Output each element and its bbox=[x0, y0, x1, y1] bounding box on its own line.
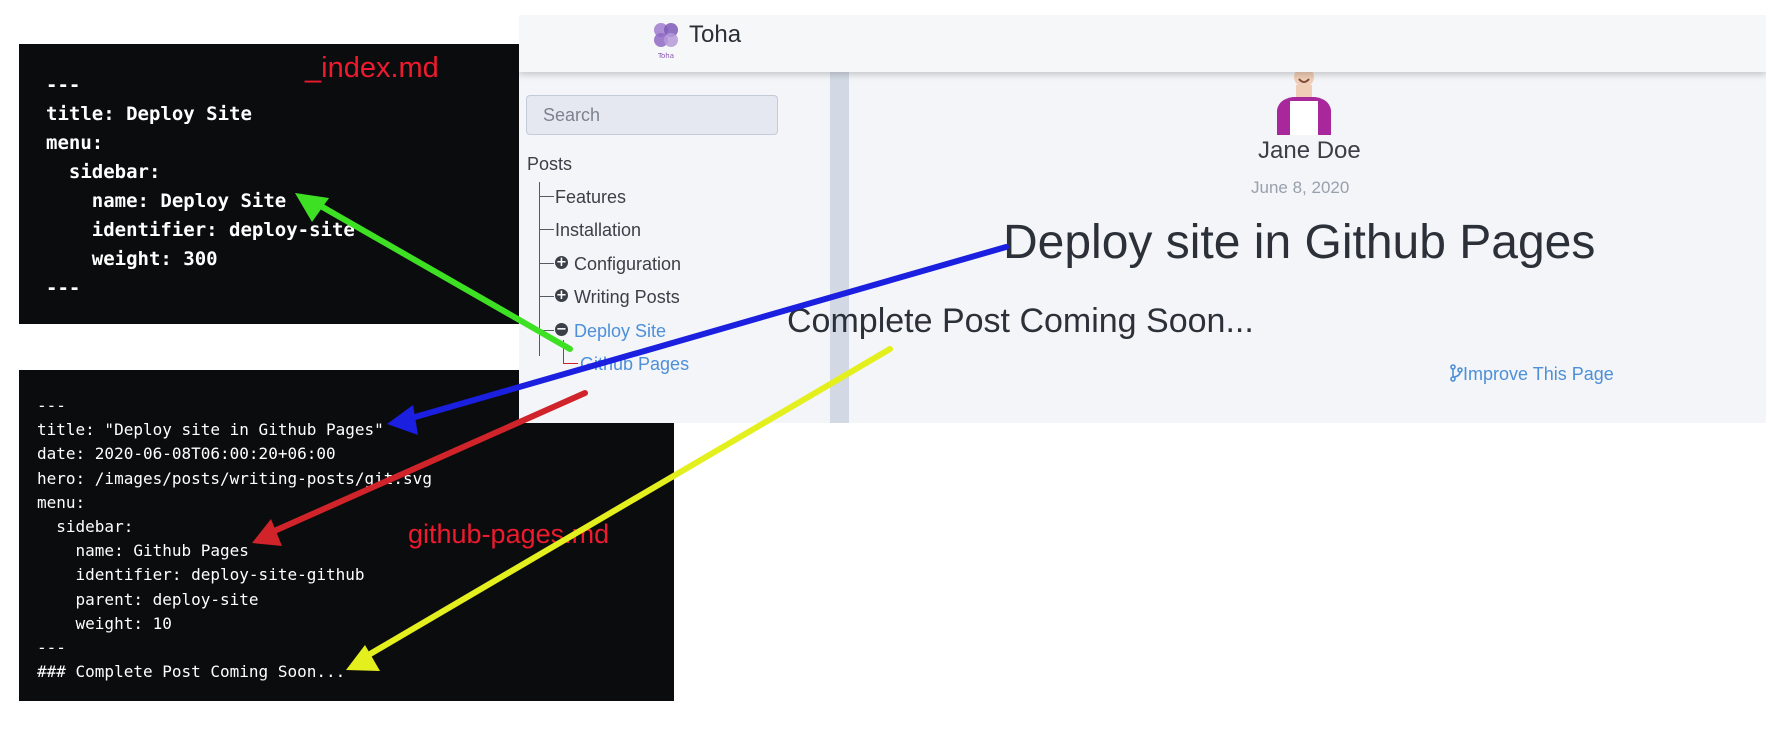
brand-name[interactable]: Toha bbox=[689, 21, 741, 49]
sidebar-item-configuration[interactable]: Configuration bbox=[574, 254, 681, 275]
index-md-code-panel: --- title: Deploy Site menu: sidebar: na… bbox=[19, 44, 519, 324]
git-branch-icon bbox=[1450, 364, 1463, 382]
tree-child-branch-line bbox=[563, 363, 578, 364]
post-title: Deploy site in Github Pages bbox=[1003, 216, 1596, 269]
logo-icon: Toha bbox=[654, 23, 678, 60]
author-avatar-icon bbox=[1277, 67, 1331, 135]
sidebar-item-writing-posts[interactable]: Writing Posts bbox=[574, 287, 680, 308]
search-input[interactable] bbox=[526, 95, 778, 135]
collapse-minus-icon[interactable]: − bbox=[555, 323, 568, 336]
tree-branch-line bbox=[539, 296, 554, 297]
sidebar-root-posts[interactable]: Posts bbox=[527, 154, 572, 175]
sidebar-item-github-pages[interactable]: Github Pages bbox=[580, 354, 689, 375]
github-pages-md-label: github-pages.md bbox=[408, 519, 610, 549]
post-heading: Complete Post Coming Soon... bbox=[787, 302, 1254, 340]
site-screenshot: Toha Toha Posts Features Installation + … bbox=[519, 15, 1766, 423]
sidebar-divider bbox=[830, 72, 849, 423]
index-md-label: _index.md bbox=[305, 52, 439, 84]
logo[interactable]: Toha bbox=[652, 21, 680, 61]
avatar bbox=[1273, 65, 1335, 135]
tree-branch-line bbox=[539, 229, 554, 230]
sidebar-item-deploy-site[interactable]: Deploy Site bbox=[574, 321, 666, 342]
post-date: June 8, 2020 bbox=[1251, 178, 1350, 197]
logo-text: Toha bbox=[657, 52, 674, 60]
github-pages-md-code: --- title: "Deploy site in Github Pages"… bbox=[37, 396, 432, 682]
sidebar-item-installation[interactable]: Installation bbox=[555, 220, 641, 241]
top-navbar: Toha Toha bbox=[519, 15, 1766, 72]
tree-branch-line bbox=[539, 196, 554, 197]
improve-page-link[interactable]: Improve This Page bbox=[1449, 364, 1614, 385]
tree-branch-line bbox=[539, 263, 554, 264]
expand-plus-icon[interactable]: + bbox=[555, 289, 568, 302]
improve-page-label: Improve This Page bbox=[1463, 364, 1614, 384]
tree-branch-line bbox=[539, 330, 554, 331]
index-md-code: --- title: Deploy Site menu: sidebar: na… bbox=[46, 74, 355, 299]
tree-child-trunk-line bbox=[563, 340, 564, 363]
expand-plus-icon[interactable]: + bbox=[555, 256, 568, 269]
author-name: Jane Doe bbox=[1258, 137, 1361, 164]
sidebar-item-features[interactable]: Features bbox=[555, 187, 626, 208]
